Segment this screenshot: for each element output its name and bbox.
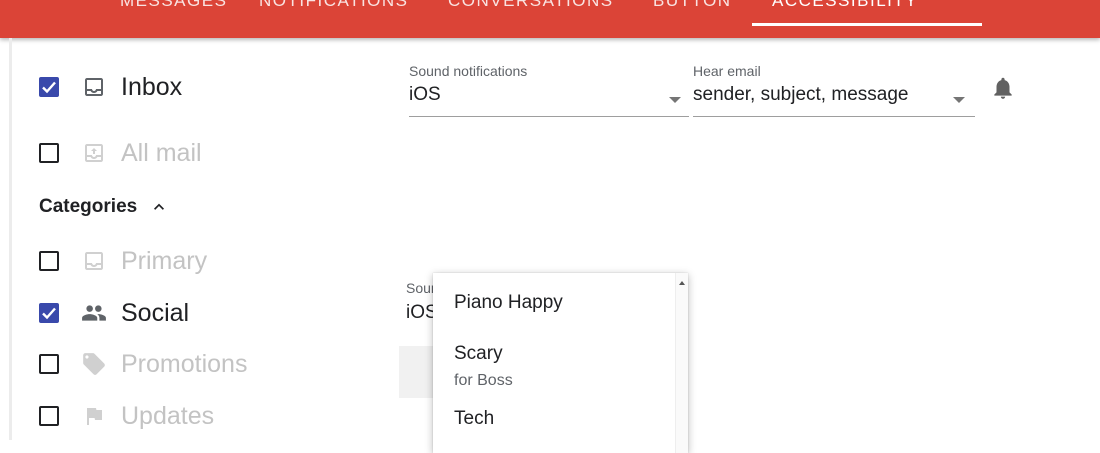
option-label: Scary [454, 343, 503, 364]
updates-checkbox[interactable] [39, 406, 59, 426]
sound-notifications-select[interactable]: Sound notifications iOS [409, 63, 689, 117]
sidebar-item-all-mail: All mail [39, 136, 202, 170]
sound-notifications-label: Sound notifications [406, 280, 436, 296]
option-sublabel: for Boss [454, 372, 513, 389]
sound-notifications-label-clip: Sound notifications [406, 280, 436, 301]
primary-inbox-icon [81, 248, 107, 274]
category-item-promotions: Promotions [39, 347, 247, 381]
hear-email-value: sender, subject, message [693, 84, 909, 105]
dropdown-option[interactable]: Piano Happy [454, 292, 563, 314]
checkmark-icon [42, 81, 56, 94]
primary-checkbox[interactable] [39, 251, 59, 271]
option-label: Tech [454, 408, 495, 429]
people-icon [81, 300, 107, 326]
select-underline [693, 116, 975, 117]
sidebar-item-inbox: Inbox [39, 70, 182, 104]
dropdown-scrollbar[interactable] [675, 273, 688, 453]
promotions-checkbox[interactable] [39, 354, 59, 374]
tag-icon [81, 351, 107, 377]
top-app-bar: Messages Notifications Conversations But… [0, 0, 1100, 38]
sound-notifications-value: iOS [406, 302, 436, 323]
sound-notifications-value-clip[interactable]: iOS [406, 302, 436, 330]
tab-button[interactable]: Button [653, 0, 732, 11]
field-background [399, 346, 435, 398]
checkmark-icon [42, 307, 56, 320]
category-label: Primary [121, 246, 208, 275]
category-label: Updates [121, 401, 215, 430]
hear-email-select[interactable]: Hear email sender, subject, message [693, 63, 975, 117]
category-item-primary: Primary [39, 244, 207, 278]
category-label: Promotions [121, 349, 248, 378]
scroll-up-arrow-icon[interactable] [679, 281, 685, 285]
option-label: Piano Happy [454, 292, 563, 313]
dropdown-option[interactable]: Scary for Boss [454, 343, 513, 390]
dropdown-option[interactable]: Tech [454, 408, 494, 430]
inbox-icon [81, 74, 107, 100]
sidebar-item-label: Inbox [121, 72, 183, 101]
panel-divider [9, 38, 12, 440]
category-label: Social [121, 298, 190, 327]
sound-dropdown-menu: Piano Happy Scary for Boss Tech [433, 273, 688, 453]
active-tab-indicator [752, 23, 982, 26]
inbox-checkbox[interactable] [39, 77, 59, 97]
tab-accessibility[interactable]: Accessibility [772, 0, 918, 11]
categories-header[interactable]: Categories [39, 196, 169, 218]
flag-icon [81, 403, 107, 429]
dropdown-caret-icon [953, 97, 965, 103]
bell-icon[interactable] [990, 74, 1016, 107]
chevron-up-icon [154, 203, 165, 210]
tab-conversations[interactable]: Conversations [448, 0, 614, 11]
dropdown-caret-icon [669, 97, 681, 103]
tab-messages[interactable]: Messages [120, 0, 227, 11]
all-mail-checkbox[interactable] [39, 143, 59, 163]
category-item-updates: Updates [39, 399, 214, 433]
hear-email-label: Hear email [693, 63, 761, 79]
sound-notifications-value: iOS [409, 84, 441, 105]
tab-notifications[interactable]: Notifications [259, 0, 409, 11]
all-mail-icon [81, 140, 107, 166]
sidebar-item-label: All mail [121, 138, 202, 167]
select-underline [409, 116, 689, 117]
social-checkbox[interactable] [39, 303, 59, 323]
category-item-social: Social [39, 296, 189, 330]
categories-label: Categories [39, 196, 138, 217]
sound-notifications-label: Sound notifications [409, 63, 528, 79]
